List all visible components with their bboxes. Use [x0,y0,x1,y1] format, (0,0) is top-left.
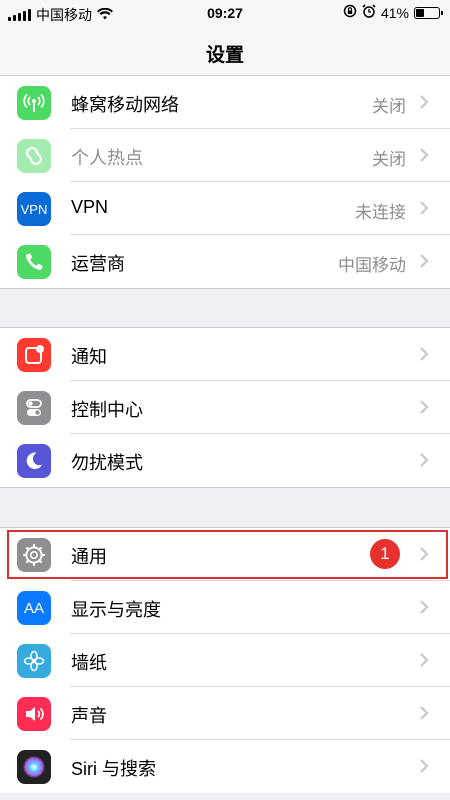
chevron-right-icon [420,148,429,162]
settings-row-label: 通知 [71,347,107,367]
chevron-right-icon [420,95,429,109]
settings-row-sounds[interactable]: 声音 [0,687,450,740]
settings-row-vpn[interactable]: VPN VPN 未连接 [0,182,450,235]
chevron-right-icon [420,201,429,215]
navigation-bar: 设置 [0,28,450,76]
display-brightness-icon: AA [17,591,51,625]
settings-row-carrier[interactable]: 运营商 中国移动 [0,235,450,288]
settings-row-label: 显示与亮度 [71,600,161,620]
moon-icon [17,444,51,478]
settings-row-label: 声音 [71,706,107,726]
settings-row-value: 中国移动 [338,256,406,275]
alarm-icon [362,4,376,21]
control-center-icon [17,391,51,425]
status-right: 41% [343,4,443,21]
gear-icon [17,538,51,572]
battery-percent: 41% [380,4,409,21]
settings-row-label: 蜂窝移动网络 [71,95,179,115]
settings-row-label: 墙纸 [71,653,107,673]
settings-row-label: 个人热点 [71,148,143,168]
chevron-right-icon [420,600,429,614]
settings-row-label: VPN [71,197,109,217]
settings-group-general: 通用 1 AA 显示与亮度 墙纸 声音 Siri 与搜索 [0,527,450,793]
settings-row-siri-search[interactable]: Siri 与搜索 [0,740,450,793]
chevron-right-icon [420,706,429,720]
battery-icon [414,6,443,19]
settings-row-value: 未连接 [355,203,406,222]
personal-hotspot-icon [17,139,51,173]
settings-row-wallpaper[interactable]: 墙纸 [0,634,450,687]
vpn-icon: VPN [17,192,51,226]
settings-row-cellular[interactable]: 蜂窝移动网络 关闭 [0,76,450,129]
rotation-lock-icon [343,4,357,21]
speaker-icon [17,697,51,731]
phone-icon [17,245,51,279]
settings-row-value: 关闭 [372,97,406,116]
settings-row-do-not-disturb[interactable]: 勿扰模式 [0,434,450,487]
settings-row-label: 控制中心 [71,400,143,420]
siri-icon [17,750,51,784]
chevron-right-icon [420,547,429,561]
update-badge: 1 [370,539,400,569]
settings-row-label: 运营商 [71,254,125,274]
settings-row-notifications[interactable]: 通知 [0,328,450,381]
settings-row-value: 关闭 [372,150,406,169]
settings-row-label: Siri 与搜索 [71,759,156,779]
chevron-right-icon [420,254,429,268]
wallpaper-flower-icon [17,644,51,678]
chevron-right-icon [420,653,429,667]
settings-row-personal-hotspot[interactable]: 个人热点 关闭 [0,129,450,182]
status-bar: 中国移动 09:27 41% [0,0,450,28]
settings-row-general[interactable]: 通用 1 [0,528,450,581]
chevron-right-icon [420,400,429,414]
page-title: 设置 [205,45,244,66]
chevron-right-icon [420,759,429,773]
chevron-right-icon [420,347,429,361]
settings-row-display-brightness[interactable]: AA 显示与亮度 [0,581,450,634]
settings-row-label: 勿扰模式 [71,453,143,473]
chevron-right-icon [420,453,429,467]
settings-row-control-center[interactable]: 控制中心 [0,381,450,434]
cellular-antenna-icon [17,86,51,120]
settings-group-network: 蜂窝移动网络 关闭 个人热点 关闭 VPN VPN 未连接 运营商 中国移动 [0,76,450,289]
notifications-icon [17,338,51,372]
settings-group-notifications: 通知 控制中心 勿扰模式 [0,327,450,488]
settings-row-label: 通用 [71,547,107,567]
